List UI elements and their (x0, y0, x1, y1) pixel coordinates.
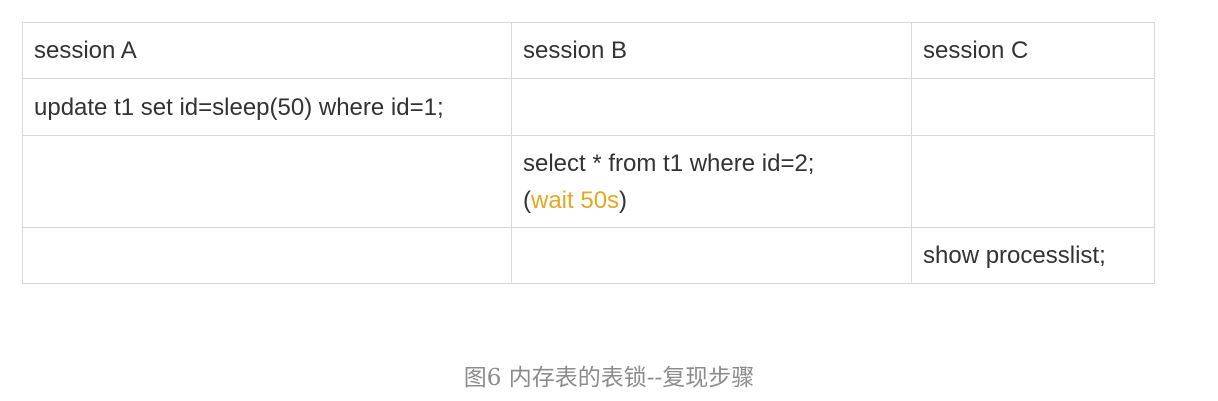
cell-row3-session-a (22, 227, 512, 284)
table-row: show processlist; (22, 227, 1155, 284)
cell-row3-session-c: show processlist; (911, 227, 1155, 284)
wait-note-close-paren: ) (619, 186, 628, 214)
cell-row1-session-a: update t1 set id=sleep(50) where id=1; (22, 78, 512, 136)
figure-caption: 图6 内存表的表锁--复现步骤 (463, 365, 755, 391)
header-session-a: session A (22, 22, 512, 79)
cell-row3-session-b (511, 227, 912, 284)
cell-row2-session-a (22, 135, 512, 228)
select-statement: select * from t1 where id=2; (523, 149, 815, 177)
table-row: select * from t1 where id=2; (wait 50s) (22, 135, 1155, 228)
session-table: session A session B session C update t1 … (22, 22, 1155, 284)
table-header-row: session A session B session C (22, 22, 1155, 79)
wait-note-open-paren: ( (523, 186, 531, 214)
header-session-c: session C (911, 22, 1155, 79)
cell-row2-session-b: select * from t1 where id=2; (wait 50s) (511, 135, 912, 228)
header-session-b: session B (511, 22, 912, 79)
cell-row1-session-b (511, 78, 912, 136)
wait-note: (wait 50s) (523, 182, 911, 219)
session-table-container: session A session B session C update t1 … (22, 22, 1155, 284)
cell-row2-session-c (911, 135, 1155, 228)
cell-row1-session-c (911, 78, 1155, 136)
table-row: update t1 set id=sleep(50) where id=1; (22, 78, 1155, 136)
wait-duration-highlight: wait 50s (531, 186, 620, 214)
